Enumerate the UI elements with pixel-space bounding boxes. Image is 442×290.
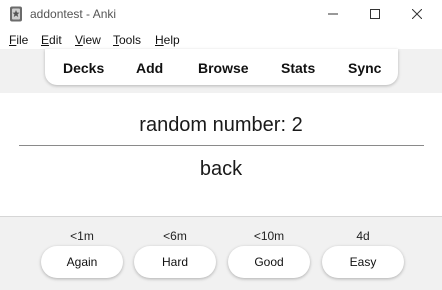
menu-file[interactable]: File <box>9 31 28 49</box>
card-front-text: random number: 2 <box>139 114 303 136</box>
close-icon[interactable] <box>400 0 434 28</box>
menu-bar: File Edit View Tools Help <box>0 31 442 49</box>
window-title: addontest - Anki <box>30 7 117 21</box>
menu-tools[interactable]: Tools <box>113 31 141 49</box>
top-toolbar: Decks Add Browse Stats Sync <box>0 49 442 93</box>
anki-app-icon <box>9 6 23 22</box>
good-interval: <10m <box>253 229 285 243</box>
minimize-icon[interactable] <box>316 0 350 28</box>
easy-interval: 4d <box>356 229 370 243</box>
decks-link[interactable]: Decks <box>63 59 104 77</box>
card-view: random number: 2 back <box>0 93 442 216</box>
answer-divider <box>19 145 424 146</box>
sync-link[interactable]: Sync <box>348 59 381 77</box>
hard-interval: <6m <box>163 229 187 243</box>
again-button[interactable]: Again <box>41 246 123 278</box>
anki-window: addontest - Anki File Edit View Tools He… <box>0 0 442 290</box>
menu-help[interactable]: Help <box>155 31 180 49</box>
again-interval: <1m <box>70 229 94 243</box>
stats-link[interactable]: Stats <box>281 59 315 77</box>
browse-link[interactable]: Browse <box>198 59 249 77</box>
menu-edit[interactable]: Edit <box>41 31 62 49</box>
maximize-icon[interactable] <box>358 0 392 28</box>
toolbar-links: Decks Add Browse Stats Sync <box>45 49 398 85</box>
card-back-text: back <box>199 158 243 180</box>
hard-button[interactable]: Hard <box>134 246 216 278</box>
add-link[interactable]: Add <box>136 59 163 77</box>
answer-bar: <1m <6m <10m 4d Again Hard Good Easy <box>0 216 442 290</box>
menu-view[interactable]: View <box>75 31 101 49</box>
easy-button[interactable]: Easy <box>322 246 404 278</box>
good-button[interactable]: Good <box>228 246 310 278</box>
title-bar: addontest - Anki <box>0 0 442 28</box>
